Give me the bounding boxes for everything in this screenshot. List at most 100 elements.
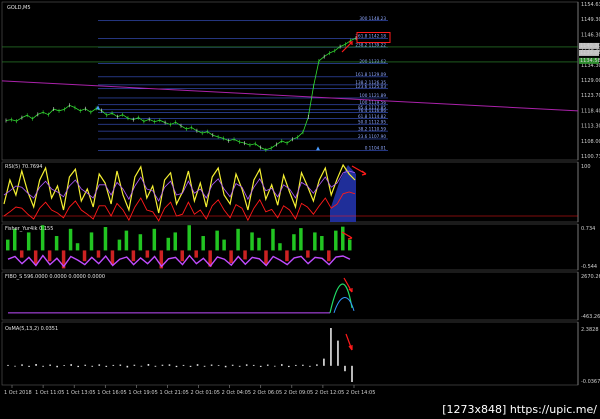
fisher-bar <box>264 250 268 265</box>
osma-bar <box>42 365 44 367</box>
fisher-bar <box>47 250 52 262</box>
price-tick-label: 1129.00 <box>581 78 600 84</box>
fisher-bar <box>320 236 324 251</box>
watermark-text: [1273x848] https://upic.me/ <box>442 403 597 416</box>
fisher-bar <box>250 232 254 251</box>
osma-bar <box>28 365 30 367</box>
fisher-bar <box>334 230 338 251</box>
fib-level-label: 76.4 1116.86 <box>358 108 386 113</box>
fisher-bar <box>299 228 303 251</box>
osma-bar <box>105 365 108 367</box>
osma-bar <box>161 364 164 366</box>
fisher-bar <box>201 236 205 251</box>
main-pane-title: GOLD,M5 <box>7 5 31 11</box>
fisher-tick-top: 0.734 <box>581 226 595 232</box>
osma-bar <box>133 364 136 366</box>
osma-bar <box>288 365 290 368</box>
current-price-label: 1134.58 <box>580 58 600 64</box>
fisher-bar <box>229 250 233 264</box>
price-tick-label: 1100.73 <box>581 154 600 160</box>
time-tick-label: 1 Oct 19:05 <box>128 390 157 396</box>
fisher-bar <box>327 250 331 262</box>
osma-bar <box>182 364 185 366</box>
osma-bar <box>280 364 283 366</box>
time-tick-label: 1 Oct 11:05 <box>35 390 64 396</box>
fisher-bar <box>341 226 345 251</box>
osma-bar <box>351 365 353 383</box>
current-price-label: 1140.30 <box>580 43 600 49</box>
osma-bar <box>154 365 157 367</box>
osma-bar <box>295 364 297 366</box>
fisher-bar <box>138 234 143 251</box>
price-tick-label: 1118.40 <box>581 108 600 114</box>
signal-arrow-icon <box>316 146 320 151</box>
osma-bar <box>309 365 311 367</box>
fisher-bar <box>257 237 261 251</box>
fisher-bar <box>271 228 275 251</box>
fisher-title: Fisher_Yur4ik 0.155 <box>5 226 53 232</box>
osma-bar <box>147 364 150 366</box>
osma-title: OsMA(5,13,2) 0.0351 <box>5 326 58 332</box>
pane-frame-fisher <box>1 223 579 271</box>
osma-bar <box>217 365 220 366</box>
fibo-s-tick-bottom: -463.26 <box>581 314 600 320</box>
rsi-fast-line <box>3 163 356 214</box>
fisher-bar <box>180 250 184 262</box>
time-tick-label: 1 Oct 16:05 <box>97 390 126 396</box>
chart-canvas: 300 1148.23 261.8 1142.18 238.2 1139.22 200… <box>1 1 600 416</box>
osma-bar <box>203 365 206 367</box>
fisher-bar <box>152 228 157 251</box>
fib-level-label: 38.2 1110.59 <box>358 126 386 131</box>
osma-bar <box>252 364 255 366</box>
osma-bar <box>168 364 171 366</box>
fisher-bar <box>96 250 101 258</box>
fisher-tick-bottom: -0.544 <box>581 264 597 270</box>
fisher-bar <box>173 232 178 251</box>
osma-bar <box>7 364 9 366</box>
osma-bar <box>21 364 23 366</box>
fisher-bar <box>166 237 171 251</box>
rsi-signal-line <box>3 191 356 222</box>
osma-bar <box>337 340 339 366</box>
osma-bar <box>210 364 213 366</box>
osma-bar <box>189 365 192 367</box>
fisher-bar <box>222 239 226 251</box>
time-tick-label: 2 Oct 04:05 <box>222 390 251 396</box>
time-tick-label: 2 Oct 06:05 <box>253 390 282 396</box>
fisher-bar <box>68 228 73 251</box>
osma-bar <box>35 364 37 366</box>
osma-bar <box>231 364 234 366</box>
osma-bar <box>77 365 80 368</box>
time-tick-label: 2 Oct 14:05 <box>346 390 375 396</box>
osma-bar <box>266 364 269 366</box>
fibo-s-curve <box>329 283 353 314</box>
fisher-bar <box>103 227 108 251</box>
fisher-bar <box>124 230 129 251</box>
pane-frame-osma <box>1 321 579 386</box>
fib-level-label: 238.2 1139.22 <box>355 42 386 47</box>
osma-bar <box>344 365 346 372</box>
fisher-bar <box>89 232 94 251</box>
time-tick-label: 1 Oct 2018 <box>4 390 32 396</box>
osma-bar <box>175 365 178 368</box>
pane-frame-main <box>1 1 579 161</box>
time-tick-label: 1 Oct 21:05 <box>159 390 188 396</box>
osma-bar <box>302 364 304 366</box>
osma-bar <box>70 364 72 366</box>
fibo-s-title: FIBO_S 596.0000 0.0000 0.0000 0.0000 <box>5 274 105 280</box>
price-tick-label: 1123.70 <box>581 93 600 99</box>
time-tick-label: 1 Oct 13:05 <box>66 390 95 396</box>
time-tick-label: 2 Oct 01:05 <box>191 390 220 396</box>
osma-bar <box>224 365 227 368</box>
fisher-bar <box>6 239 10 251</box>
fib-level-label: 50.0 1112.95 <box>358 119 386 124</box>
fisher-bar <box>194 250 198 258</box>
trend-line <box>1 80 579 112</box>
fisher-bar <box>117 239 122 251</box>
osma-arrow-icon <box>345 333 353 351</box>
osma-bar <box>273 365 276 367</box>
price-tick-label: 1113.30 <box>581 124 600 130</box>
osma-bar <box>112 364 115 366</box>
osma-bar <box>316 364 318 366</box>
fib-level-label: 261.8 1142.18 <box>355 34 386 39</box>
